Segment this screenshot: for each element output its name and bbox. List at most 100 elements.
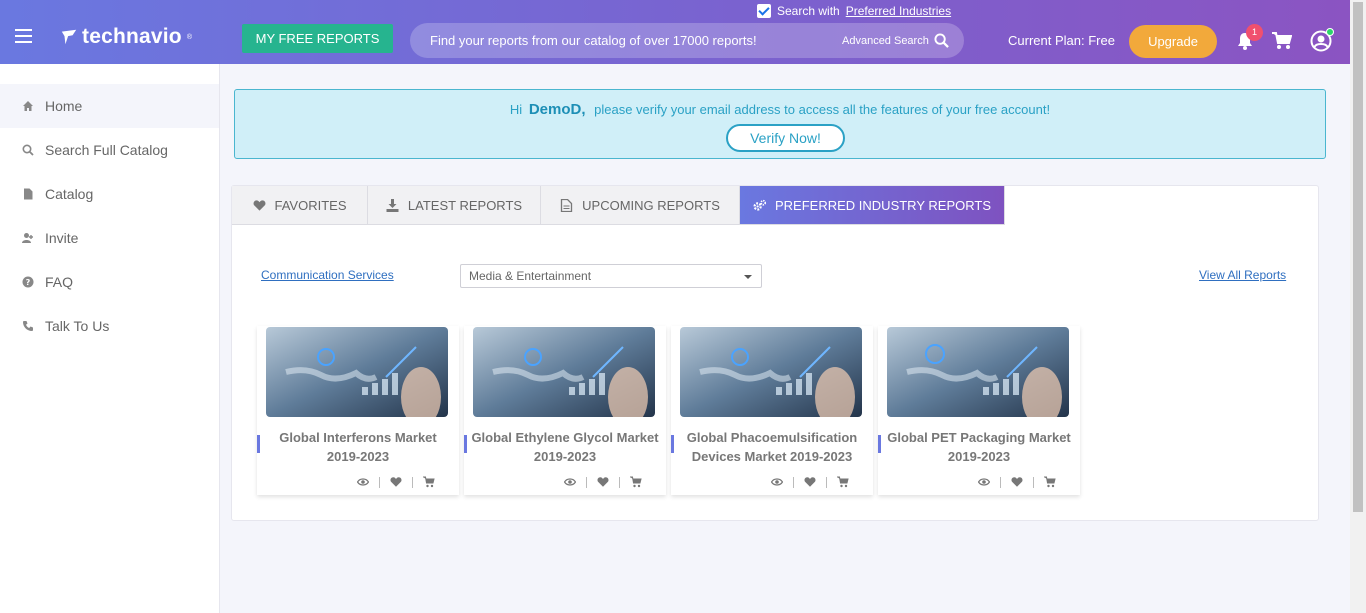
eye-icon[interactable]: [771, 476, 783, 488]
alert-message: Hi DemoD, please verify your email addre…: [235, 101, 1325, 118]
chevron-down-icon: [744, 275, 752, 279]
tab-upcoming-reports[interactable]: UPCOMING REPORTS: [541, 186, 740, 225]
eye-icon[interactable]: [357, 476, 369, 488]
preferred-industries-checkbox[interactable]: [757, 4, 771, 18]
page-scrollbar[interactable]: [1350, 0, 1366, 613]
report-title[interactable]: Global Ethylene Glycol Market 2019-2023: [470, 428, 660, 466]
technavio-logo[interactable]: technavio ®: [60, 25, 192, 49]
divider: [1033, 476, 1034, 488]
report-image-icon: [887, 327, 1069, 417]
divider: [826, 476, 827, 488]
report-tabs: FAVORITES LATEST REPORTS UPCOMING REPORT…: [232, 186, 1005, 225]
pref-prefix-label: Search with: [777, 4, 840, 18]
report-title[interactable]: Global PET Packaging Market 2019-2023: [884, 428, 1074, 466]
tab-favorites[interactable]: FAVORITES: [232, 186, 368, 225]
alert-text: please verify your email address to acce…: [594, 102, 1051, 117]
document-icon: [560, 198, 573, 212]
sidebar-item-label: Search Full Catalog: [45, 142, 168, 158]
tab-preferred-industry-reports[interactable]: PREFERRED INDUSTRY REPORTS: [740, 186, 1005, 225]
report-image-icon: [680, 327, 862, 417]
divider: [1000, 476, 1001, 488]
report-card[interactable]: Global Phacoemulsification Devices Marke…: [671, 326, 873, 495]
report-card[interactable]: Global Ethylene Glycol Market 2019-2023: [464, 326, 666, 495]
sidebar-item-catalog[interactable]: Catalog: [0, 172, 219, 216]
sidebar-item-label: FAQ: [45, 274, 74, 290]
heart-icon[interactable]: [804, 476, 816, 488]
preferred-industries-link[interactable]: Preferred Industries: [846, 4, 951, 18]
report-title[interactable]: Global Phacoemulsification Devices Marke…: [677, 428, 867, 466]
download-icon: [386, 198, 399, 212]
sidebar-item-label: Talk To Us: [45, 318, 110, 334]
home-icon: [23, 101, 33, 111]
sidebar-item-faq[interactable]: ? FAQ: [0, 260, 219, 304]
verify-now-button[interactable]: Verify Now!: [726, 124, 845, 152]
question-circle-icon: ?: [22, 276, 34, 288]
card-actions: [771, 476, 849, 488]
report-thumbnail[interactable]: [680, 327, 862, 417]
svg-text:?: ?: [26, 278, 31, 287]
industry-link[interactable]: Communication Services: [261, 268, 394, 282]
sidebar-item-label: Catalog: [45, 186, 94, 202]
report-image-icon: [266, 327, 448, 417]
cart-icon[interactable]: [423, 476, 435, 488]
report-thumbnail[interactable]: [887, 327, 1069, 417]
sidebar-item-invite[interactable]: Invite: [0, 216, 219, 260]
eye-icon[interactable]: [978, 476, 990, 488]
sidebar-item-label: Invite: [45, 230, 79, 246]
cart-icon[interactable]: [630, 476, 642, 488]
report-thumbnail[interactable]: [473, 327, 655, 417]
heart-icon[interactable]: [390, 476, 402, 488]
preferred-industries-toggle[interactable]: Search with Preferred Industries: [757, 4, 951, 18]
report-image-icon: [473, 327, 655, 417]
sidebar-item-search-full-catalog[interactable]: Search Full Catalog: [0, 128, 219, 172]
user-plus-icon: [22, 233, 33, 243]
tab-latest-reports[interactable]: LATEST REPORTS: [368, 186, 541, 225]
divider: [619, 476, 620, 488]
report-title[interactable]: Global Interferons Market 2019-2023: [263, 428, 453, 466]
advanced-search-link[interactable]: Advanced Search: [842, 35, 929, 47]
heart-icon: [253, 199, 265, 211]
alert-username: DemoD,: [528, 101, 586, 118]
sidebar-item-label: Home: [45, 98, 83, 114]
report-thumbnail[interactable]: [266, 327, 448, 417]
notification-badge: 1: [1246, 24, 1263, 41]
search-input[interactable]: Find your reports from our catalog of ov…: [430, 33, 757, 48]
menu-toggle-icon[interactable]: [15, 29, 32, 43]
tab-label: UPCOMING REPORTS: [582, 197, 720, 213]
logo-mark-icon: [61, 29, 77, 45]
cart-icon[interactable]: [1272, 32, 1292, 50]
card-actions: [978, 476, 1056, 488]
tab-label: PREFERRED INDUSTRY REPORTS: [775, 197, 991, 213]
divider: [586, 476, 587, 488]
divider: [793, 476, 794, 488]
top-header: technavio ® MY FREE REPORTS Search with P…: [0, 0, 1350, 64]
card-accent-bar: [464, 435, 467, 453]
sidebar-item-home[interactable]: Home: [0, 84, 219, 128]
scrollbar-thumb[interactable]: [1353, 2, 1363, 512]
search-icon[interactable]: [934, 33, 949, 48]
subindustry-selected-value: Media & Entertainment: [469, 269, 592, 283]
alert-greeting: Hi: [509, 102, 523, 117]
logo-registered-mark: ®: [186, 33, 193, 41]
report-card[interactable]: Global Interferons Market 2019-2023: [257, 326, 459, 495]
search-bar[interactable]: Find your reports from our catalog of ov…: [410, 23, 964, 58]
verify-email-alert: Hi DemoD, please verify your email addre…: [234, 89, 1326, 159]
sidebar: Home Search Full Catalog Catalog Invite …: [0, 64, 220, 613]
cart-icon[interactable]: [837, 476, 849, 488]
subindustry-select[interactable]: Media & Entertainment: [460, 264, 762, 288]
heart-icon[interactable]: [1011, 476, 1023, 488]
file-icon: [24, 188, 33, 200]
upgrade-button[interactable]: Upgrade: [1129, 25, 1217, 58]
tab-label: LATEST REPORTS: [407, 197, 523, 213]
heart-icon[interactable]: [597, 476, 609, 488]
sidebar-item-talk-to-us[interactable]: Talk To Us: [0, 304, 219, 348]
search-icon: [22, 144, 34, 156]
current-plan-text: Current Plan: Free: [1008, 33, 1115, 48]
cogs-icon: [753, 199, 766, 211]
reports-panel: FAVORITES LATEST REPORTS UPCOMING REPORT…: [231, 185, 1319, 521]
cart-icon[interactable]: [1044, 476, 1056, 488]
view-all-reports-link[interactable]: View All Reports: [1199, 268, 1286, 282]
report-card[interactable]: Global PET Packaging Market 2019-2023: [878, 326, 1080, 495]
my-free-reports-button[interactable]: MY FREE REPORTS: [242, 24, 393, 53]
eye-icon[interactable]: [564, 476, 576, 488]
